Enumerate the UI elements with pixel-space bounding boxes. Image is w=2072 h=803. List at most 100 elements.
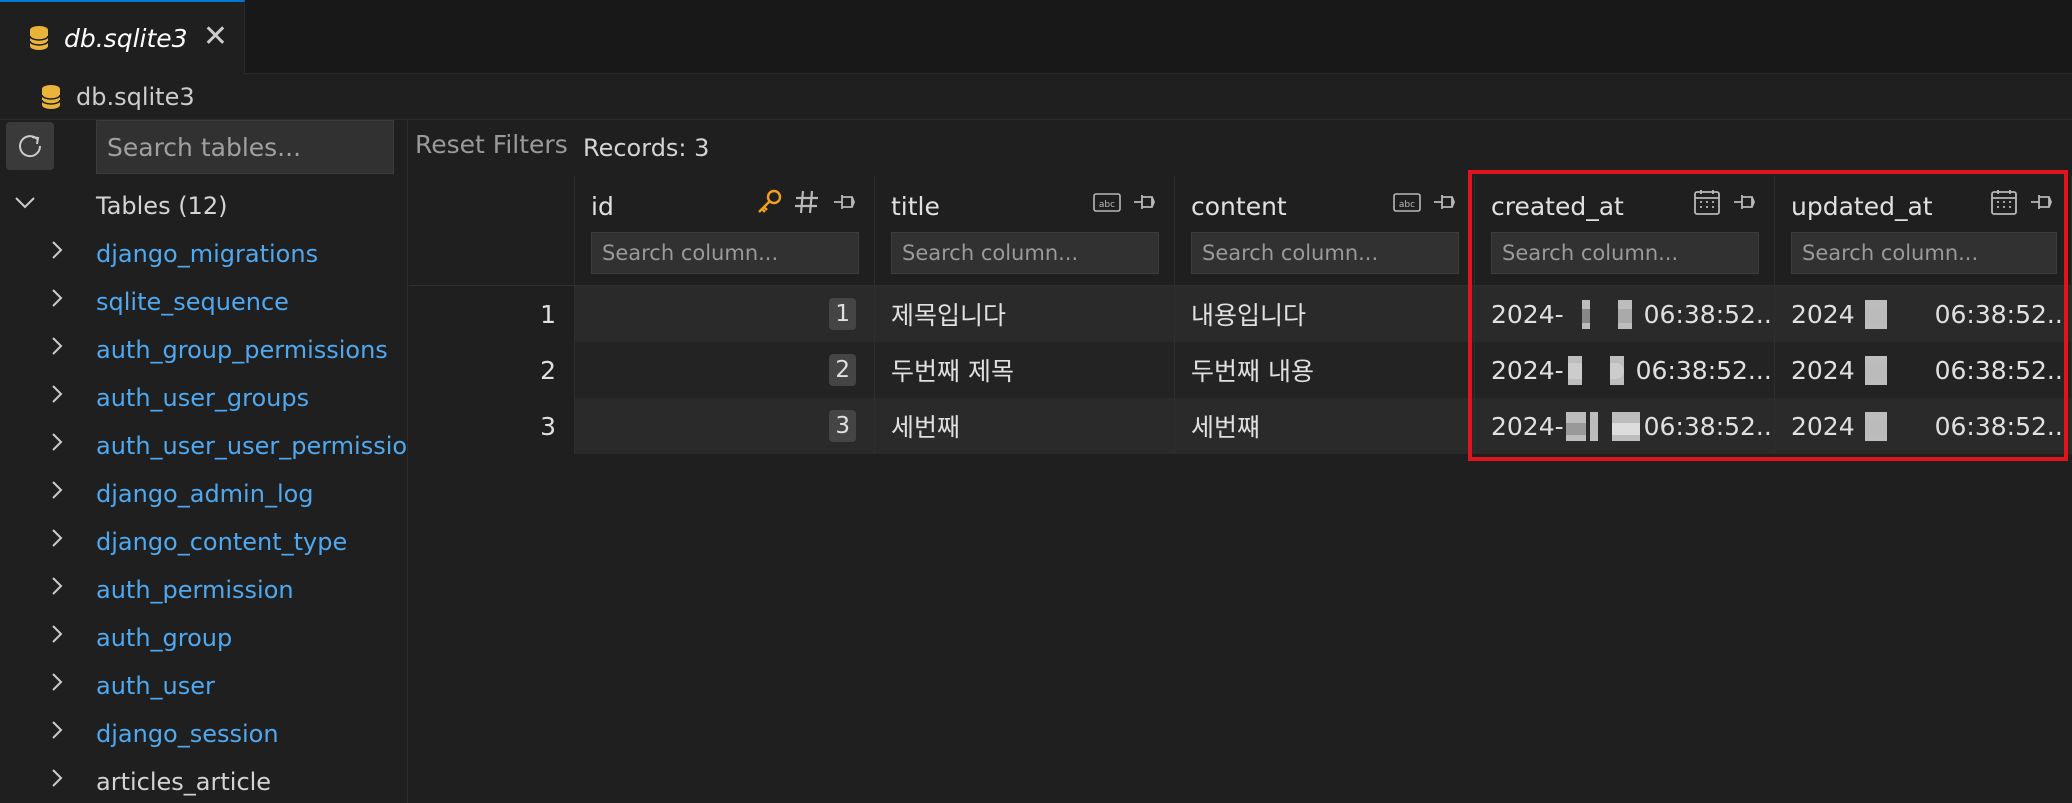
sidebar-item-django-admin-log[interactable]: django_admin_log — [0, 470, 407, 518]
date-value: 2024- — [1491, 299, 1564, 329]
chevron-right-icon — [50, 480, 66, 499]
column-search-input[interactable] — [591, 232, 859, 274]
table-cell[interactable]: 2024 06:38:52.... — [1775, 342, 2072, 398]
date-value: 2024 — [1791, 299, 1855, 329]
column-search-input[interactable] — [1791, 232, 2057, 274]
pin-icon[interactable] — [830, 188, 860, 216]
pin-icon[interactable] — [1130, 188, 1160, 216]
time-value: 06:38:52.... — [1635, 355, 1775, 385]
column-search-input[interactable] — [1491, 232, 1759, 274]
table-link[interactable]: sqlite_sequence — [96, 288, 289, 316]
date-value: 2024 — [1791, 411, 1855, 441]
redacted-date-block — [1611, 411, 1640, 441]
calendar-icon — [1694, 190, 1720, 215]
table-cell[interactable]: 두번째 내용 — [1175, 342, 1475, 398]
table-cell[interactable]: 세번쨰 — [1175, 398, 1475, 454]
column-header-updated-at[interactable]: updated_at — [1775, 176, 2072, 286]
sidebar-item-django-migrations[interactable]: django_migrations — [0, 230, 407, 278]
tab-db-sqlite3[interactable]: db.sqlite3 ✕ — [0, 0, 245, 74]
breadcrumb: db.sqlite3 — [0, 74, 2072, 120]
row-number-header — [409, 176, 575, 286]
redacted-date-block — [1609, 355, 1624, 385]
table-link[interactable]: auth_user — [96, 672, 215, 700]
sidebar-item-django-content-type[interactable]: django_content_type — [0, 518, 407, 566]
column-name: content — [1191, 192, 1287, 221]
pin-icon[interactable] — [1730, 188, 1760, 216]
column-header-title[interactable]: title abc — [875, 176, 1175, 286]
table-link[interactable]: auth_group — [96, 624, 232, 652]
id-value: 3 — [829, 410, 856, 442]
column-name: id — [591, 192, 614, 221]
table-link[interactable]: django_migrations — [96, 240, 318, 268]
table-cell[interactable]: 2024- 06:38:52.... — [1475, 398, 1775, 454]
table-cell[interactable]: 세번째 — [875, 398, 1175, 454]
table-cell[interactable]: 제목입니다 — [875, 286, 1175, 342]
id-value: 2 — [829, 354, 856, 386]
text-type-icon: abc — [1393, 193, 1421, 212]
pin-icon[interactable] — [2027, 188, 2057, 216]
time-value: 06:38:52.... — [1643, 411, 1775, 441]
row-number: 1 — [409, 286, 575, 342]
sidebar-item-auth-user-groups[interactable]: auth_user_groups — [0, 374, 407, 422]
sidebar-item-articles-article[interactable]: articles_article — [0, 758, 407, 803]
key-icon — [758, 189, 782, 213]
table-cell[interactable]: 2024- 06:38:52.... — [1475, 342, 1775, 398]
database-icon — [29, 26, 49, 50]
chevron-right-icon — [50, 624, 66, 643]
svg-text:abc: abc — [1399, 200, 1415, 210]
column-header-id[interactable]: id — [575, 176, 875, 286]
sidebar-item-auth-group-permissions[interactable]: auth_group_permissions — [0, 326, 407, 374]
redacted-date-block — [1581, 299, 1590, 329]
sidebar-item-sqlite-sequence[interactable]: sqlite_sequence — [0, 278, 407, 326]
grid-toolbar: Reset Filters Records: 3 — [409, 120, 2072, 174]
table-link[interactable]: auth_user_groups — [96, 384, 309, 412]
table-cell[interactable]: 2024 06:38:52.... — [1775, 398, 2072, 454]
table-link[interactable]: auth_permission — [96, 576, 294, 604]
column-name: title — [891, 192, 940, 221]
table-cell[interactable]: 내용입니다 — [1175, 286, 1475, 342]
table-link[interactable]: articles_article — [96, 768, 271, 796]
table-cell[interactable]: 두번째 제목 — [875, 342, 1175, 398]
refresh-button[interactable] — [6, 122, 54, 170]
table-cell[interactable]: 2 — [575, 342, 875, 398]
table-cell[interactable]: 1 — [575, 286, 875, 342]
redacted-date-block — [1589, 411, 1598, 441]
table-link[interactable]: auth_user_user_permissions — [96, 432, 407, 460]
search-tables-input[interactable] — [96, 120, 394, 174]
redacted-date-block — [1864, 411, 1887, 441]
text-type-icon: abc — [1093, 193, 1121, 212]
breadcrumb-label[interactable]: db.sqlite3 — [76, 83, 195, 111]
tab-title: db.sqlite3 — [64, 23, 188, 53]
chevron-right-icon — [50, 576, 66, 595]
tables-tree: Tables (12) django_migrations sqlite_seq… — [0, 182, 407, 803]
close-icon[interactable]: ✕ — [203, 22, 228, 52]
table-cell[interactable]: 2024- 06:38:52.... — [1475, 286, 1775, 342]
table-cell[interactable]: 2024 06:38:52.... — [1775, 286, 2072, 342]
chevron-right-icon — [50, 240, 66, 259]
column-header-content[interactable]: content abc — [1175, 176, 1475, 286]
chevron-right-icon — [50, 288, 66, 307]
table-link[interactable]: django_session — [96, 720, 279, 748]
redacted-date-block — [1567, 355, 1582, 385]
column-search-input[interactable] — [1191, 232, 1459, 274]
calendar-icon — [1991, 190, 2017, 215]
column-header-created-at[interactable]: created_at — [1475, 176, 1775, 286]
chevron-right-icon — [50, 672, 66, 691]
row-number: 3 — [409, 398, 575, 454]
records-count: Records: 3 — [583, 134, 710, 162]
sidebar-item-auth-group[interactable]: auth_group — [0, 614, 407, 662]
reset-filters-button[interactable]: Reset Filters — [415, 130, 568, 159]
sidebar-item-auth-user-user-permissions[interactable]: auth_user_user_permissions — [0, 422, 407, 470]
table-link[interactable]: django_admin_log — [96, 480, 314, 508]
sidebar-item-django-session[interactable]: django_session — [0, 710, 407, 758]
tables-group[interactable]: Tables (12) — [0, 182, 407, 230]
column-search-input[interactable] — [891, 232, 1159, 274]
date-value: 2024 — [1791, 355, 1855, 385]
sidebar-item-auth-user[interactable]: auth_user — [0, 662, 407, 710]
chevron-right-icon — [50, 336, 66, 355]
table-link[interactable]: auth_group_permissions — [96, 336, 388, 364]
sidebar-item-auth-permission[interactable]: auth_permission — [0, 566, 407, 614]
table-cell[interactable]: 3 — [575, 398, 875, 454]
table-link[interactable]: django_content_type — [96, 528, 347, 556]
pin-icon[interactable] — [1430, 188, 1460, 216]
